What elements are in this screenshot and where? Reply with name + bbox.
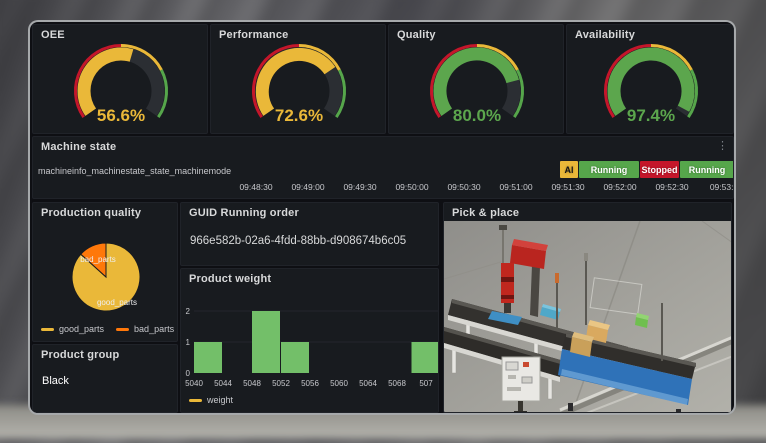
histogram-chart: 0 1 2 5040 5044 5048 5052 5056 5060 5064 5068 507	[181, 291, 439, 391]
panel-title[interactable]: Product group	[41, 349, 119, 361]
time-tick-label: 09:53:0	[710, 182, 734, 192]
gauge-value: 56.6%	[97, 106, 145, 125]
panel-product-weight: Product weight 0 1 2 5040 5044 5048 5052 5056 50…	[180, 268, 439, 413]
panel-guid-running-order: GUID Running order 966e582b-02a6-4fdd-88…	[180, 202, 439, 266]
time-tick-label: 09:51:30	[551, 182, 584, 192]
x-tick-label: 507	[419, 379, 433, 388]
panel-gauge-performance: Performance 72.6%	[210, 24, 386, 134]
gauge-value: 80.0%	[453, 106, 501, 125]
time-axis: 09:48:30 09:49:00 09:49:30 09:50:00 09:50:30…	[33, 182, 734, 194]
time-tick-label: 09:52:00	[603, 182, 636, 192]
legend-item[interactable]: good_parts	[41, 324, 104, 334]
guid-value: 966e582b-02a6-4fdd-88bb-d908674b6c05	[190, 235, 406, 247]
gauge-chart: 56.6%	[33, 41, 208, 133]
y-tick-label: 0	[186, 369, 191, 378]
panel-title[interactable]: OEE	[41, 29, 65, 41]
y-tick-label: 2	[186, 307, 191, 316]
x-tick-label: 5040	[185, 379, 203, 388]
panel-gauge-availability: Availability 97.4%	[566, 24, 734, 134]
product-group-value: Black	[42, 375, 69, 387]
legend-label: weight	[207, 395, 233, 405]
pie-slice-label: bad_parts	[80, 255, 116, 264]
gauge-chart: 72.6%	[211, 41, 386, 133]
oee-dashboard: OEE 56.6% Performance 72.6% Quality 80.0% Avai…	[28, 20, 736, 415]
gauge-value-arc	[262, 54, 330, 112]
panel-production-quality: Production quality good_parts bad_parts g…	[32, 202, 178, 342]
panel-title[interactable]: GUID Running order	[189, 207, 299, 219]
gauge-value: 97.4%	[627, 106, 675, 125]
histogram-bar	[412, 342, 440, 373]
y-tick-label: 1	[186, 338, 191, 347]
histogram-bar	[194, 342, 222, 373]
panel-gauge-oee: OEE 56.6%	[32, 24, 208, 134]
legend-item[interactable]: bad_parts	[116, 324, 174, 334]
panel-gauge-quality: Quality 80.0%	[388, 24, 564, 134]
legend-label: good_parts	[59, 324, 104, 334]
time-tick-label: 09:49:00	[291, 182, 324, 192]
state-segment: Running	[680, 161, 734, 178]
gauge-chart: 80.0%	[389, 41, 564, 133]
state-timeline: AlRunningStoppedRunning	[33, 161, 734, 178]
histogram-bar	[252, 311, 280, 373]
gauge-value-arc	[614, 54, 688, 112]
panel-title[interactable]: Quality	[397, 29, 436, 41]
panel-title[interactable]: Product weight	[189, 273, 271, 285]
pick-place-3d-viewport[interactable]	[444, 221, 732, 413]
x-tick-label: 5060	[330, 379, 348, 388]
panel-title[interactable]: Performance	[219, 29, 288, 41]
x-tick-label: 5056	[301, 379, 319, 388]
gauge-value-arc	[84, 54, 131, 112]
time-tick-label: 09:49:30	[343, 182, 376, 192]
gauge-chart: 97.4%	[567, 41, 734, 133]
legend-item[interactable]: weight	[189, 395, 233, 405]
x-tick-label: 5064	[359, 379, 377, 388]
legend-color-dash	[189, 399, 202, 402]
legend-label: bad_parts	[134, 324, 174, 334]
state-segment: Al	[560, 161, 578, 178]
pie-chart: good_parts bad_parts	[33, 219, 178, 321]
panel-pick-and-place: Pick & place	[443, 202, 732, 413]
x-tick-label: 5048	[243, 379, 261, 388]
panel-title[interactable]: Availability	[575, 29, 635, 41]
x-tick-label: 5044	[214, 379, 232, 388]
legend-color-dash	[41, 328, 54, 331]
gauge-value-arc	[440, 54, 513, 112]
pie-slice-label: good_parts	[97, 298, 137, 307]
panel-title[interactable]: Pick & place	[452, 207, 519, 219]
panel-title[interactable]: Machine state	[41, 141, 116, 153]
time-tick-label: 09:51:00	[499, 182, 532, 192]
time-tick-label: 09:48:30	[239, 182, 272, 192]
histogram-legend: weight	[189, 395, 233, 405]
x-tick-label: 5052	[272, 379, 290, 388]
gauge-value: 72.6%	[275, 106, 323, 125]
histogram-bar	[281, 342, 309, 373]
panel-menu-icon[interactable]: ⋮	[717, 141, 728, 151]
pie-legend: good_parts bad_parts	[41, 324, 174, 334]
panel-product-group: Product group Black	[32, 344, 178, 413]
state-segment: Stopped	[640, 161, 679, 178]
state-segment: Running	[579, 161, 639, 178]
x-tick-label: 5068	[388, 379, 406, 388]
legend-color-dash	[116, 328, 129, 331]
time-tick-label: 09:50:00	[395, 182, 428, 192]
panel-machine-state: Machine state ⋮ machineinfo_machinestate…	[32, 136, 734, 199]
time-tick-label: 09:52:30	[655, 182, 688, 192]
panel-title[interactable]: Production quality	[41, 207, 141, 219]
time-tick-label: 09:50:30	[447, 182, 480, 192]
